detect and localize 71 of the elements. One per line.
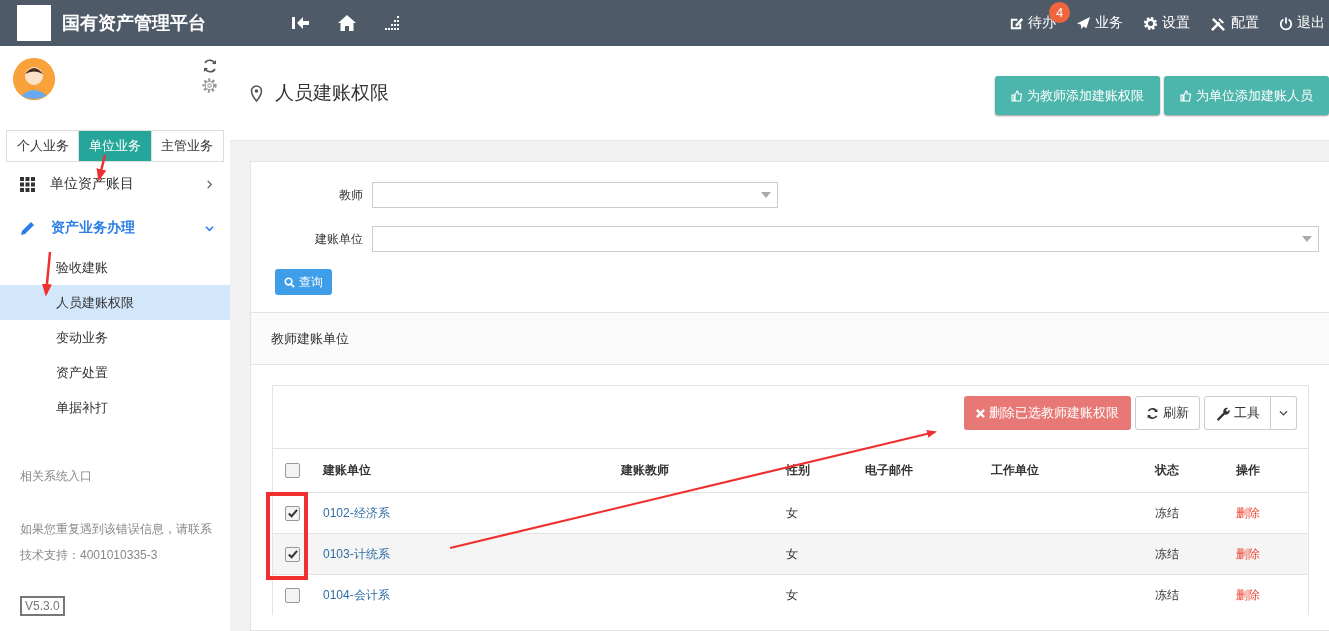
caret-icon <box>1279 410 1288 416</box>
table-cell-text: 冻结 <box>1155 545 1180 563</box>
section-title: 教师建账单位 <box>251 313 1329 365</box>
checkbox[interactable] <box>285 587 300 603</box>
page-title: 人员建账权限 <box>275 81 389 105</box>
unit-link[interactable]: 0102-经济系 <box>323 504 621 522</box>
thumbs-up-icon <box>1011 89 1023 102</box>
unit-link[interactable]: 0103-计统系 <box>323 545 621 563</box>
caret-icon <box>761 192 771 198</box>
arrow-annotation <box>41 251 52 297</box>
version-label: V5.3.0 <box>20 596 65 616</box>
dotted-triangle-icon[interactable] <box>384 16 400 30</box>
refresh-button[interactable]: 刷新 <box>1135 396 1200 430</box>
tools-button[interactable]: 工具 <box>1204 396 1271 430</box>
refresh-icon[interactable] <box>201 58 218 74</box>
delete-link[interactable]: 删除 <box>1236 586 1308 604</box>
column-header: 电子邮件 <box>865 462 914 479</box>
unit-link[interactable]: 0104-会计系 <box>323 586 621 604</box>
home-icon[interactable] <box>338 15 356 31</box>
sidebar-submenu-item[interactable]: 资产处置 <box>0 355 230 390</box>
table-cell-text: 女 <box>786 586 799 604</box>
map-pin-icon <box>250 84 263 102</box>
pencil-icon <box>20 220 36 236</box>
table-cell-text: 冻结 <box>1155 504 1180 522</box>
delete-link[interactable]: 删除 <box>1236 504 1308 522</box>
filter-label: 建账单位 <box>314 230 363 248</box>
collapse-sidebar-icon[interactable] <box>292 16 310 30</box>
dropdown-field[interactable] <box>372 182 778 208</box>
filter-label: 教师 <box>338 186 363 204</box>
column-header: 工作单位 <box>991 462 1040 479</box>
search-icon <box>284 276 295 288</box>
nav-link[interactable]: 配置 <box>1210 14 1259 32</box>
sidebar-submenu-item[interactable]: 人员建账权限 <box>0 285 230 320</box>
nav-link[interactable]: 退出 <box>1279 14 1325 32</box>
column-header: 建账教师 <box>621 462 670 479</box>
table-cell-text: 女 <box>786 504 799 522</box>
chevron-icon <box>205 179 214 189</box>
column-header: 建账单位 <box>323 462 372 479</box>
paper-plane-icon <box>1076 15 1091 31</box>
nav-link[interactable]: 设置 <box>1143 14 1190 32</box>
sidebar-submenu-item[interactable]: 变动业务 <box>0 320 230 355</box>
dropdown-toggle[interactable] <box>1271 396 1297 430</box>
chevron-icon <box>205 223 214 233</box>
close-icon <box>976 408 985 418</box>
delete-link[interactable]: 删除 <box>1236 545 1308 563</box>
table-cell-text: 冻结 <box>1155 586 1180 604</box>
grid-icon <box>20 176 35 192</box>
power-icon <box>1279 15 1293 31</box>
nav-link[interactable]: 业务 <box>1076 14 1123 32</box>
sidebar-menu-item[interactable]: 资产业务办理 <box>0 206 230 250</box>
sidebar-submenu-item[interactable]: 单据补打 <box>0 390 230 425</box>
sidebar-submenu-item[interactable]: 验收建账 <box>0 250 230 285</box>
avatar-icon[interactable] <box>13 58 55 100</box>
checkbox[interactable] <box>285 546 300 562</box>
related-systems-label: 相关系统入口 <box>19 468 93 485</box>
support-message: 如果您重复遇到该错误信息，请联系技术支持：4001010335-3 <box>19 521 213 564</box>
caret-icon <box>1302 236 1312 242</box>
thumbs-up-icon <box>1180 89 1192 102</box>
wrench-icon <box>1215 405 1230 421</box>
table-cell-text: 女 <box>786 545 799 563</box>
app-title: 国有资产管理平台 <box>62 12 207 35</box>
column-header: 操作 <box>1236 462 1261 479</box>
checkbox[interactable] <box>285 505 300 521</box>
tools-icon <box>1210 15 1227 31</box>
settings-icon <box>1143 15 1158 31</box>
logo-placeholder <box>17 5 51 41</box>
dropdown-field[interactable] <box>372 226 1319 252</box>
edit-icon <box>1009 15 1024 31</box>
checkbox[interactable] <box>285 463 300 478</box>
refresh-icon <box>1146 406 1159 420</box>
column-header: 状态 <box>1155 462 1180 479</box>
